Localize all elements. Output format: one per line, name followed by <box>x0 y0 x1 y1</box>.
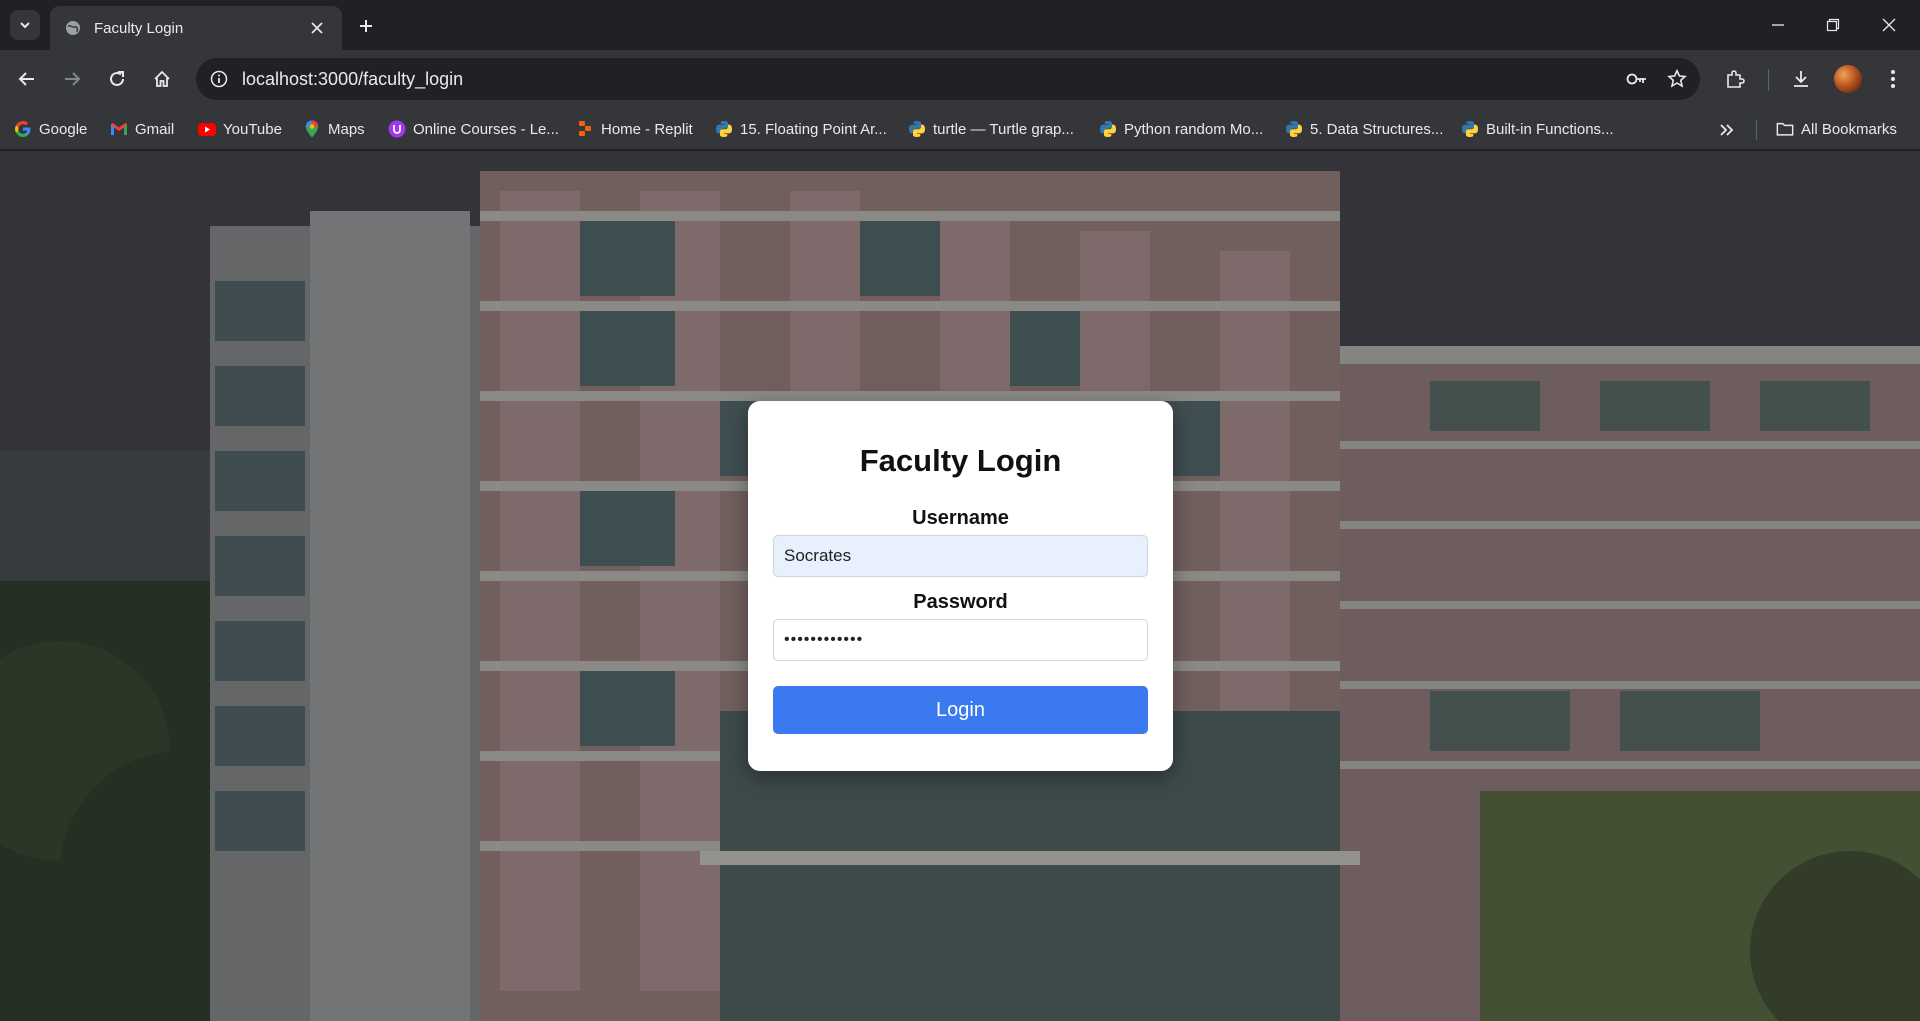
bookmarks-bar: Google Gmail YouTube Maps Online Courses… <box>0 108 1920 150</box>
python-icon <box>1285 120 1303 138</box>
menu-button[interactable] <box>1876 62 1910 96</box>
double-chevron-right-icon <box>1720 124 1734 136</box>
close-icon <box>1882 18 1896 32</box>
minimize-button[interactable] <box>1755 8 1801 42</box>
bookmark-youtube[interactable]: YouTube <box>198 116 282 142</box>
python-icon <box>715 120 733 138</box>
plus-icon <box>360 20 372 32</box>
replit-icon <box>576 120 594 138</box>
tab-search-button[interactable] <box>10 10 40 40</box>
login-card: Faculty Login Username Password Login <box>748 401 1173 771</box>
globe-icon <box>64 19 82 37</box>
username-input[interactable] <box>773 535 1148 577</box>
bookmark-floating-point[interactable]: 15. Floating Point Ar... <box>715 116 887 142</box>
extensions-button[interactable] <box>1718 62 1752 96</box>
bookmark-python-random[interactable]: Python random Mo... <box>1099 116 1263 142</box>
profile-avatar[interactable] <box>1834 65 1862 93</box>
bookmark-star-icon[interactable] <box>1660 62 1694 96</box>
puzzle-icon <box>1727 70 1745 88</box>
bookmark-replit[interactable]: Home - Replit <box>576 116 693 142</box>
python-icon <box>1099 120 1117 138</box>
udemy-icon <box>388 120 406 138</box>
python-icon <box>1461 120 1479 138</box>
downloads-button[interactable] <box>1784 62 1818 96</box>
home-icon <box>154 70 170 87</box>
python-icon <box>908 120 926 138</box>
all-bookmarks-button[interactable]: All Bookmarks <box>1776 116 1897 142</box>
back-button[interactable] <box>10 62 44 96</box>
toolbar-divider <box>1768 69 1769 91</box>
username-label: Username <box>912 507 1009 529</box>
password-key-icon[interactable] <box>1620 62 1654 96</box>
reload-button[interactable] <box>100 62 134 96</box>
maps-icon <box>303 120 321 138</box>
restore-icon <box>1826 18 1840 32</box>
back-arrow-icon <box>18 72 34 86</box>
login-title: Faculty Login <box>859 443 1062 478</box>
forward-arrow-icon <box>65 72 81 86</box>
bookmark-maps[interactable]: Maps <box>303 116 365 142</box>
restore-button[interactable] <box>1810 8 1856 42</box>
site-info-icon[interactable] <box>206 66 232 92</box>
gmail-icon <box>110 120 128 138</box>
tab-strip: Faculty Login <box>0 0 1920 50</box>
bookmark-google[interactable]: Google <box>14 116 87 142</box>
close-tab-icon[interactable] <box>306 17 328 39</box>
bookmark-turtle[interactable]: turtle — Turtle grap... <box>908 116 1074 142</box>
folder-icon <box>1776 120 1794 138</box>
tab-title: Faculty Login <box>94 19 184 37</box>
new-tab-button[interactable] <box>352 12 380 40</box>
address-bar[interactable]: localhost:3000/faculty_login <box>196 58 1700 100</box>
chevron-down-icon <box>20 22 30 29</box>
home-button[interactable] <box>145 62 179 96</box>
youtube-icon <box>198 120 216 138</box>
url-text[interactable]: localhost:3000/faculty_login <box>242 69 1620 90</box>
password-input[interactable] <box>773 619 1148 661</box>
bookmark-online-courses[interactable]: Online Courses - Le... <box>388 116 559 142</box>
kebab-menu-icon <box>1891 70 1895 88</box>
bookmark-data-structures[interactable]: 5. Data Structures... <box>1285 116 1443 142</box>
forward-button[interactable] <box>55 62 89 96</box>
google-icon <box>14 120 32 138</box>
download-icon <box>1794 71 1808 87</box>
reload-icon <box>110 71 124 86</box>
minimize-icon <box>1772 24 1784 26</box>
more-bookmarks-button[interactable] <box>1712 118 1742 142</box>
close-window-button[interactable] <box>1866 8 1912 42</box>
active-tab[interactable]: Faculty Login <box>50 6 342 50</box>
password-label: Password <box>913 591 1008 613</box>
login-button[interactable]: Login <box>773 686 1148 734</box>
bookmark-gmail[interactable]: Gmail <box>110 116 174 142</box>
browser-toolbar: localhost:3000/faculty_login <box>0 50 1920 108</box>
bookmarks-divider <box>1756 120 1757 140</box>
bookmark-builtin-functions[interactable]: Built-in Functions... <box>1461 116 1614 142</box>
page-content: Faculty Login Username Password Login <box>0 151 1920 1021</box>
